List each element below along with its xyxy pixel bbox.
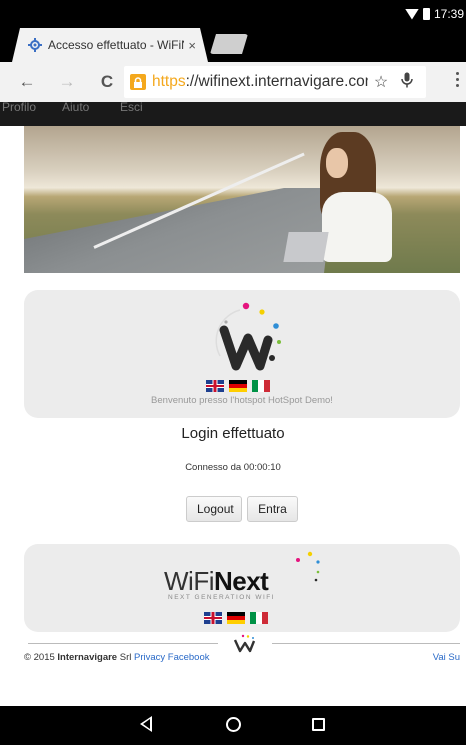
flag-it-icon[interactable]: [250, 612, 268, 624]
logout-button[interactable]: Logout: [186, 496, 242, 522]
android-nav-bar: [0, 706, 466, 745]
nav-recents-icon[interactable]: [312, 718, 325, 731]
laptop-shape: [283, 232, 329, 262]
brand-light: WiFi: [164, 566, 214, 596]
tab-title: Accesso effettuato - WiFiNe: [48, 38, 185, 52]
brand-box: WiFiNext NEXT GENERATION WIFI: [24, 544, 460, 632]
address-bar[interactable]: https://wifinext.internavigare.com/H ☆: [124, 66, 426, 98]
nav-item-esci[interactable]: Esci: [120, 100, 143, 114]
browser-top-chrome: 17:39 Accesso effettuato - WiFiNe ×: [0, 0, 466, 64]
enter-button[interactable]: Entra: [247, 496, 298, 522]
brand-dots: [296, 551, 320, 582]
browser-tab-active[interactable]: Accesso effettuato - WiFiNe ×: [12, 28, 208, 62]
woman-face: [326, 148, 348, 178]
new-tab-button[interactable]: [210, 34, 248, 54]
connected-time: Connesso da 00:00:10: [185, 462, 281, 473]
back-icon[interactable]: ←: [12, 72, 42, 92]
flag-en-icon[interactable]: [206, 380, 224, 392]
flag-de-icon[interactable]: [227, 612, 245, 624]
browser-toolbar: ← → C https://wifinext.internavigare.com…: [0, 62, 466, 102]
nav-item-aiuto[interactable]: Aiuto: [62, 100, 89, 114]
nav-back-icon-inner: [143, 719, 150, 729]
microphone-icon[interactable]: [394, 72, 420, 93]
nav-home-icon[interactable]: [226, 717, 241, 732]
wifinext-logo: WiFiNext NEXT GENERATION WIFI: [164, 551, 334, 601]
footer-text: © 2015 Internavigare Srl Privacy Faceboo…: [24, 652, 210, 663]
privacy-link[interactable]: Privacy: [134, 652, 165, 663]
flag-de-icon[interactable]: [229, 380, 247, 392]
brand-tagline: NEXT GENERATION WIFI: [168, 594, 276, 601]
wifinext-w-logo: [215, 302, 281, 371]
footer-divider-right: [272, 643, 460, 644]
flag-en-icon[interactable]: [204, 612, 222, 624]
copyright-text: © 2015: [24, 652, 58, 663]
wifi-icon: [404, 8, 419, 20]
site-nav: Profilo Aiuto Esci: [0, 100, 466, 126]
welcome-text: Benvenuto presso l'hotspot HotSpot Demo!: [151, 395, 333, 406]
reload-icon[interactable]: C: [92, 72, 122, 92]
battery-icon: [422, 8, 430, 20]
url-text[interactable]: https://wifinext.internavigare.com/H: [152, 73, 368, 91]
company-suffix: Srl: [117, 652, 134, 663]
close-tab-icon[interactable]: ×: [188, 38, 196, 53]
status-time: 17:39: [433, 7, 464, 21]
company-name: Internavigare: [57, 652, 118, 663]
facebook-link[interactable]: Facebook: [168, 652, 210, 663]
bookmark-star-icon[interactable]: ☆: [368, 72, 394, 92]
url-path: ://wifinext.internavigare.com/H: [185, 73, 368, 90]
woman-body: [322, 192, 392, 262]
language-flags: [206, 380, 270, 392]
footer-divider-left: [28, 643, 218, 644]
lock-icon: [130, 74, 146, 90]
nav-item-profilo[interactable]: Profilo: [2, 100, 36, 114]
forward-icon[interactable]: →: [52, 72, 82, 92]
road-shape: [24, 188, 334, 273]
small-w-logo: [233, 634, 256, 653]
back-to-top-link[interactable]: Vai Su: [433, 652, 460, 663]
hero-image: [24, 126, 460, 273]
overflow-menu-icon[interactable]: [452, 72, 462, 87]
brand-bold: Next: [213, 566, 269, 596]
status-bar: 17:39: [404, 6, 466, 22]
welcome-box: Benvenuto presso l'hotspot HotSpot Demo!: [24, 290, 460, 418]
login-title: Login effettuato: [181, 425, 285, 442]
brand-wordmark: WiFiNext: [164, 566, 269, 597]
language-flags-bottom: [204, 612, 268, 624]
flag-it-icon[interactable]: [252, 380, 270, 392]
url-scheme: https: [152, 73, 186, 90]
settings-favicon-icon: [28, 38, 42, 52]
